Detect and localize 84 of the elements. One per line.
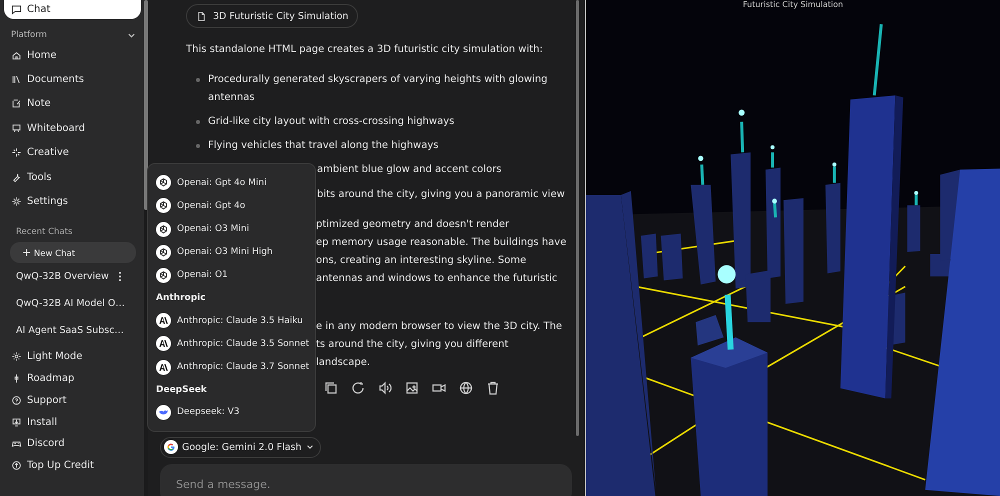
monogram-logo-icon: [156, 313, 171, 328]
nav-item[interactable]: Creative: [4, 140, 140, 165]
message-input[interactable]: Send a message.: [160, 464, 572, 496]
model-option[interactable]: Openai: Gpt 4o Mini: [156, 171, 307, 194]
g-logo-icon: [164, 440, 178, 454]
knot-logo-icon: [156, 244, 171, 260]
knot-logo-icon: [156, 268, 171, 283]
bullet-dot: [196, 120, 200, 124]
chat-bubble-icon: [11, 4, 22, 14]
monitor-icon: [11, 416, 22, 428]
globe-icon[interactable]: [458, 380, 474, 396]
image-icon[interactable]: [404, 380, 420, 396]
trash-icon[interactable]: [485, 380, 501, 396]
list-item-text: bits around the city, giving you a panoramic view: [317, 188, 565, 202]
nav-item[interactable]: Note: [4, 92, 140, 116]
library-icon: [11, 74, 22, 86]
model-option[interactable]: Deepseek: V3: [156, 400, 307, 424]
paragraph-line: e in any modern browser to view the 3D city. The: [316, 320, 562, 334]
paragraph-line: landscape.: [316, 356, 370, 370]
message-text: This standalone HTML page creates a 3D futuristic city simulation with:: [186, 43, 544, 57]
note-icon: [11, 98, 22, 110]
recent-chat-item[interactable]: QwQ-32B AI Model O…: [16, 298, 125, 309]
bullet-dot: [196, 144, 200, 148]
footer-item[interactable]: Discord: [4, 432, 140, 455]
file-chip[interactable]: 3D Futuristic City Simulation: [186, 4, 358, 28]
nav-item[interactable]: Documents: [4, 67, 140, 92]
model-option[interactable]: Openai: O3 Mini: [156, 217, 307, 241]
recent-chat-item[interactable]: QwQ-32B Overview: [16, 270, 109, 282]
home-icon: [11, 50, 22, 61]
list-item-text: Flying vehicles that travel along the highways: [208, 139, 438, 153]
model-option[interactable]: Anthropic: Claude 3.5 Haiku: [156, 309, 307, 332]
monogram-logo-icon: [156, 360, 171, 375]
nav-item[interactable]: Settings: [4, 189, 140, 214]
new-chat-button[interactable]: + New Chat: [10, 242, 136, 263]
paragraph-line: ts around the city, giving you different: [316, 338, 508, 352]
scrollbar-thumb[interactable]: [144, 0, 148, 210]
knot-logo-icon: [156, 222, 171, 237]
settings-icon: [11, 196, 22, 208]
file-icon: [196, 10, 207, 22]
chat-button[interactable]: Chat: [4, 0, 141, 19]
chevron-icon: [306, 443, 314, 451]
recent-chat-item[interactable]: AI Agent SaaS Subsc…: [16, 324, 124, 336]
model-option[interactable]: Openai: O1: [156, 264, 307, 288]
knot-logo-icon: [156, 198, 171, 214]
menu-heading: Anthropic: [156, 292, 207, 306]
section-label: Platform: [11, 30, 47, 40]
preview-title: Futuristic City Simulation: [742, 0, 844, 11]
scrollbar-thumb[interactable]: [576, 0, 579, 436]
coin-icon: [11, 460, 22, 472]
list-item-text: Grid-like city layout with cross-crossing highways: [208, 115, 454, 129]
whiteboard-icon: [11, 122, 22, 134]
sparkle-icon: [11, 147, 22, 158]
footer-item[interactable]: Roadmap: [4, 368, 140, 390]
paragraph-line: antennas and windows to enhance the futuristic: [316, 272, 558, 286]
sun-icon: [11, 351, 22, 362]
paragraph-line: ep memory usage reasonable. The buildings have: [316, 236, 566, 250]
footer-item[interactable]: Top Up Credit: [4, 454, 140, 477]
paragraph-line: ons, creating an interesting skyline. Some: [316, 254, 526, 268]
model-option[interactable]: Anthropic: Claude 3.5 Sonnet: [156, 332, 307, 356]
paragraph-line: ptimized geometry and doesn't render: [316, 218, 510, 232]
refresh-icon[interactable]: [350, 380, 366, 396]
copy-icon[interactable]: [323, 380, 339, 396]
list-item-text: Procedurally generated skyscrapers of varying heights with glowing antennas: [208, 73, 549, 105]
bullet-dot: [196, 78, 200, 82]
model-option[interactable]: Openai: O3 Mini High: [156, 240, 307, 264]
model-selector[interactable]: Google: Gemini 2.0 Flash: [160, 436, 321, 458]
model-option[interactable]: Openai: Gpt 4o: [156, 194, 307, 218]
footer-item[interactable]: Support: [4, 389, 140, 412]
nav-item[interactable]: Home: [4, 43, 140, 68]
more-options-icon[interactable]: [118, 270, 122, 282]
menu-heading: DeepSeek: [156, 384, 208, 397]
list-item-text: ambient blue glow and accent colors: [317, 163, 502, 177]
model-option[interactable]: Anthropic: Claude 3.7 Sonnet: [156, 356, 307, 379]
monogram-logo-icon: [156, 336, 171, 352]
nav-item[interactable]: Tools: [4, 164, 140, 190]
speaker-icon[interactable]: [377, 380, 393, 396]
help-icon: [11, 394, 22, 406]
knot-logo-icon: [156, 175, 171, 190]
footer-item[interactable]: Light Mode: [4, 346, 140, 368]
recent-chats-heading: Recent Chats: [16, 226, 74, 237]
wrench-icon: [11, 172, 22, 183]
footer-item[interactable]: Install: [4, 411, 140, 433]
whale-logo-icon: [156, 404, 171, 420]
nav-item[interactable]: Whiteboard: [4, 116, 140, 141]
